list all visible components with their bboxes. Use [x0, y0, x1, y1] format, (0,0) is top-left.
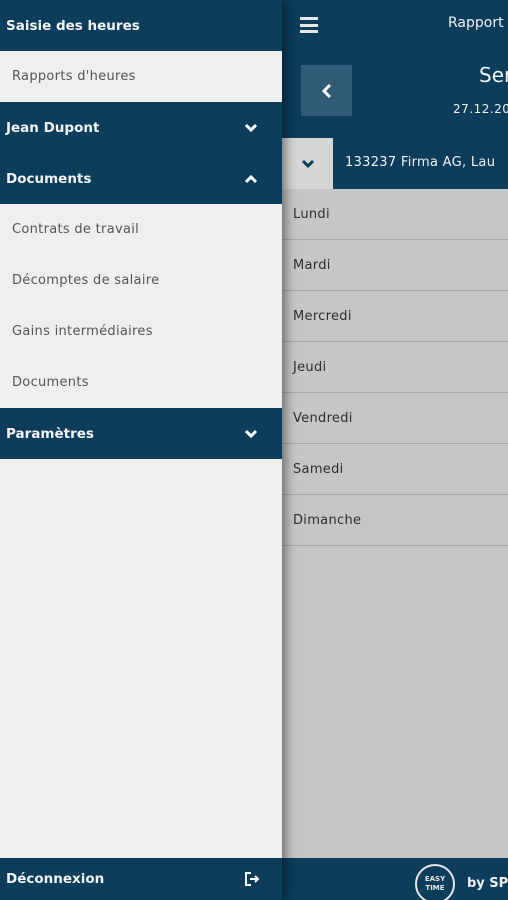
week-title: Ser — [479, 63, 508, 87]
chevron-up-icon — [244, 174, 258, 183]
navigation-drawer: Saisie des heures Rapports d'heures Jean… — [0, 0, 282, 900]
easytime-logo: EASY TIME — [415, 864, 455, 900]
day-row-dimanche[interactable]: Dimanche — [282, 495, 508, 546]
day-list: Lundi Mardi Mercredi Jeudi Vendredi Same… — [282, 189, 508, 546]
nav-item-interim-earnings[interactable]: Gains intermédiaires — [0, 306, 282, 357]
day-row-lundi[interactable]: Lundi — [282, 189, 508, 240]
day-row-jeudi[interactable]: Jeudi — [282, 342, 508, 393]
nav-section-time-entry-label: Saisie des heures — [6, 17, 140, 34]
nav-item-documents[interactable]: Documents — [0, 357, 282, 408]
back-button[interactable] — [301, 65, 352, 116]
nav-section-user-label: Jean Dupont — [6, 119, 100, 136]
project-label: 133237 Firma AG, Lau — [345, 155, 496, 170]
logo-text-time: TIME — [425, 884, 445, 892]
nav-section-user[interactable]: Jean Dupont — [0, 102, 282, 153]
day-row-mercredi[interactable]: Mercredi — [282, 291, 508, 342]
chevron-left-icon — [321, 83, 331, 98]
footer-brand: by SP — [467, 876, 508, 891]
logout-icon — [245, 872, 260, 886]
nav-section-documents[interactable]: Documents — [0, 153, 282, 204]
week-date: 27.12.20 — [453, 102, 508, 116]
nav-section-documents-label: Documents — [6, 170, 92, 187]
nav-section-time-entry[interactable]: Saisie des heures — [0, 0, 282, 51]
logo-text-easy: EASY — [424, 875, 446, 883]
app-footer: EASY TIME by SP — [282, 858, 508, 900]
logout-label: Déconnexion — [6, 871, 105, 887]
nav-item-time-reports[interactable]: Rapports d'heures — [0, 51, 282, 102]
hamburger-icon[interactable] — [300, 17, 318, 33]
day-row-mardi[interactable]: Mardi — [282, 240, 508, 291]
app-header: Rapport Ser 27.12.20 — [282, 0, 508, 138]
day-row-vendredi[interactable]: Vendredi — [282, 393, 508, 444]
chevron-down-icon — [301, 159, 314, 168]
chevron-down-icon — [244, 123, 258, 132]
project-expand-button[interactable] — [282, 138, 333, 189]
nav-item-payslips[interactable]: Décomptes de salaire — [0, 255, 282, 306]
nav-section-settings[interactable]: Paramètres — [0, 408, 282, 459]
app-title: Rapport — [448, 15, 504, 31]
nav-section-settings-label: Paramètres — [6, 425, 94, 442]
logout-button[interactable]: Déconnexion — [0, 858, 282, 900]
project-row[interactable]: 133237 Firma AG, Lau — [282, 138, 508, 189]
day-row-samedi[interactable]: Samedi — [282, 444, 508, 495]
nav-item-work-contracts[interactable]: Contrats de travail — [0, 204, 282, 255]
chevron-down-icon — [244, 429, 258, 438]
